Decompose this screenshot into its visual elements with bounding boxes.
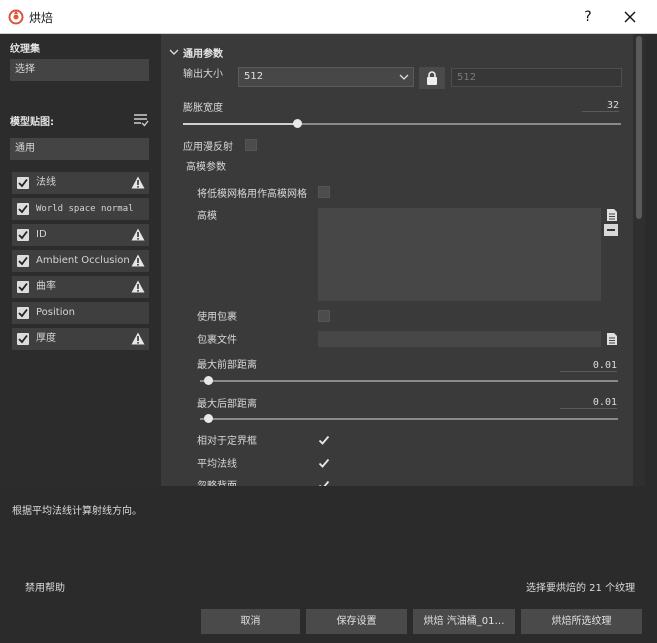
texture-set-label: 纹理集	[10, 44, 40, 55]
general-params-header[interactable]: 通用参数	[183, 45, 223, 60]
file-icon[interactable]	[606, 332, 618, 346]
map-checkbox[interactable]	[17, 255, 29, 267]
common-filter-field[interactable]: 通用	[10, 138, 149, 160]
max-front-distance-handle[interactable]	[204, 376, 214, 385]
max-front-distance-slider[interactable]	[200, 380, 618, 382]
map-label: 曲率	[36, 281, 56, 292]
max-rear-distance-label: 最大后部距离	[197, 399, 257, 410]
remove-high-poly-button[interactable]	[604, 224, 618, 236]
warning-icon	[131, 254, 145, 267]
window-title: 烘焙	[29, 11, 54, 25]
map-row[interactable]: 法线	[12, 172, 149, 194]
check-icon	[18, 282, 28, 292]
warning-icon	[131, 176, 145, 189]
map-row[interactable]: Ambient Occlusion	[12, 250, 149, 272]
parameters-panel: 通用参数 输出大小 512 512 膨胀宽度 32 应用漫反射 高模参数 将低模…	[161, 34, 633, 486]
warning-icon	[131, 332, 145, 345]
chevron-down-icon	[399, 74, 409, 80]
relative-to-bbox-checkbox[interactable]	[318, 434, 330, 446]
map-checkbox[interactable]	[17, 307, 29, 319]
output-size-label: 输出大小	[183, 69, 223, 80]
map-label: 法线	[36, 177, 56, 188]
use-cage-label: 使用包裹	[197, 312, 237, 323]
average-normals-checkbox[interactable]	[318, 457, 330, 469]
map-checkbox[interactable]	[17, 333, 29, 345]
map-label: World space normal	[36, 204, 134, 214]
ignore-backface-label: 忽略背面	[197, 477, 237, 486]
check-icon	[18, 178, 28, 188]
app-logo-icon	[8, 9, 24, 25]
map-label: Ambient Occlusion	[36, 255, 130, 266]
cancel-button[interactable]: 取消	[201, 609, 300, 634]
check-icon	[18, 204, 28, 214]
bake-current-button[interactable]: 烘焙 汽油桶_01…	[413, 609, 515, 634]
selection-summary: 选择要烘焙的 21 个纹理	[526, 583, 636, 594]
map-row[interactable]: World space normal	[12, 198, 149, 220]
dilation-slider-fill	[183, 123, 297, 125]
texture-set-select[interactable]: 选择	[10, 59, 149, 81]
cage-file-field[interactable]	[318, 331, 601, 347]
check-icon	[18, 256, 28, 266]
dilation-width-value[interactable]: 32	[582, 100, 619, 112]
map-row[interactable]: Position	[12, 302, 149, 324]
max-rear-distance-handle[interactable]	[204, 414, 214, 423]
apply-diffusion-label: 应用漫反射	[183, 142, 233, 153]
use-low-as-high-checkbox[interactable]	[318, 186, 330, 198]
output-size-linked-field: 512	[451, 68, 622, 87]
left-panel: 纹理集 选择 模型贴图: 通用 法线 World space normal ID Am…	[0, 34, 161, 486]
help-description: 根据平均法线计算射线方向。	[12, 506, 142, 517]
help-area	[0, 486, 657, 570]
high-poly-params-label: 高模参数	[186, 162, 226, 173]
cage-file-label: 包裹文件	[197, 335, 237, 346]
warning-icon	[131, 280, 145, 293]
max-front-distance-value[interactable]: 0.01	[560, 360, 617, 372]
chevron-down-icon[interactable]	[169, 47, 179, 57]
map-checkbox[interactable]	[17, 203, 29, 215]
output-size-value: 512	[244, 71, 264, 82]
file-icon[interactable]	[606, 208, 618, 222]
use-cage-checkbox[interactable]	[318, 310, 330, 322]
side-gutter	[645, 34, 657, 486]
map-checkbox[interactable]	[17, 177, 29, 189]
bake-selected-button[interactable]: 烘焙所选纹理	[521, 609, 642, 634]
max-front-distance-label: 最大前部距离	[197, 360, 257, 371]
ignore-backface-checkbox[interactable]	[318, 479, 330, 486]
map-label: 厚度	[36, 333, 56, 344]
check-icon	[18, 230, 28, 240]
map-label: ID	[36, 229, 47, 240]
relative-to-bbox-label: 相对于定界框	[197, 436, 257, 447]
use-low-as-high-label: 将低模网格用作高模网格	[197, 189, 307, 200]
lock-icon	[427, 71, 437, 85]
map-checkbox[interactable]	[17, 229, 29, 241]
high-poly-label: 高模	[197, 211, 217, 222]
disable-help-toggle[interactable]: 禁用帮助	[25, 579, 65, 594]
max-rear-distance-value[interactable]: 0.01	[560, 397, 617, 409]
average-normals-label: 平均法线	[197, 459, 237, 470]
dilation-slider-handle[interactable]	[292, 119, 302, 128]
scrollbar-thumb[interactable]	[636, 36, 642, 219]
high-poly-list[interactable]	[318, 208, 601, 301]
save-settings-button[interactable]: 保存设置	[306, 609, 407, 634]
max-rear-distance-slider[interactable]	[200, 418, 618, 420]
check-icon	[18, 334, 28, 344]
map-label: Position	[36, 307, 75, 318]
check-icon	[18, 308, 28, 318]
close-icon[interactable]	[619, 6, 641, 28]
map-checkbox[interactable]	[17, 281, 29, 293]
map-row[interactable]: ID	[12, 224, 149, 246]
lock-aspect-button[interactable]	[419, 67, 445, 89]
dilation-width-label: 膨胀宽度	[183, 103, 223, 114]
map-row[interactable]: 厚度	[12, 328, 149, 350]
title-bar: 烘焙 ?	[0, 0, 657, 34]
apply-diffusion-checkbox[interactable]	[245, 139, 257, 151]
model-maps-label: 模型贴图:	[10, 117, 54, 128]
warning-icon	[131, 228, 145, 241]
help-button[interactable]: ?	[578, 6, 598, 28]
map-row[interactable]: 曲率	[12, 276, 149, 298]
output-size-select[interactable]: 512	[238, 67, 414, 87]
list-options-icon[interactable]	[133, 112, 149, 128]
